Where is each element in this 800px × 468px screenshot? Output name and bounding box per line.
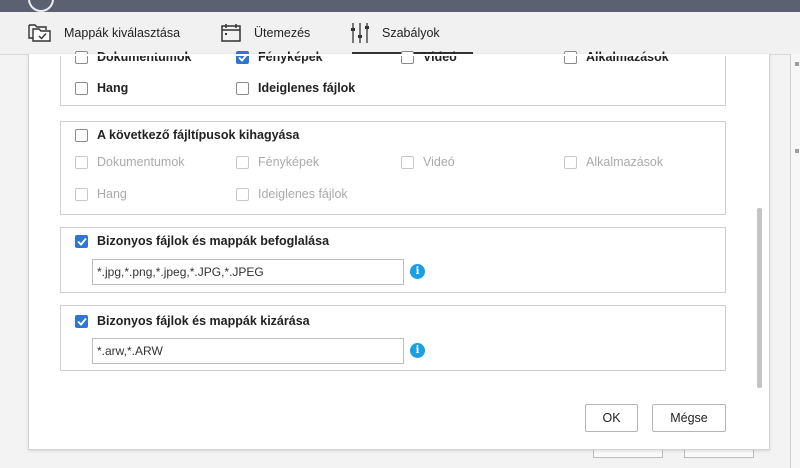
- ok-button[interactable]: OK: [585, 404, 638, 432]
- info-icon[interactable]: i: [410, 343, 425, 358]
- option-audio[interactable]: Hang: [75, 81, 128, 95]
- skip-option-video: Videó: [401, 155, 455, 169]
- scrollbar-thumb[interactable]: [757, 208, 762, 388]
- check-icon: [76, 237, 87, 246]
- file-types-panel: Dokumentumok Fényképek Videó Alkalmazáso…: [60, 50, 726, 106]
- skip-option-audio: Hang: [75, 187, 127, 201]
- check-icon: [76, 317, 87, 326]
- checkbox: [75, 155, 88, 169]
- tab-label: Szabályok: [382, 26, 440, 40]
- background-button: [593, 449, 663, 458]
- checkbox[interactable]: [75, 234, 88, 248]
- checkbox[interactable]: [75, 128, 88, 142]
- checkbox: [236, 155, 249, 169]
- app-logo-icon: [28, 0, 54, 12]
- option-applications[interactable]: Alkalmazások: [564, 50, 669, 64]
- skip-option-applications: Alkalmazások: [564, 155, 663, 169]
- folders-icon: [26, 23, 52, 43]
- background-button: [684, 449, 754, 458]
- background-window-edge: [790, 54, 800, 468]
- calendar-icon: [220, 23, 242, 43]
- exclude-files-panel: Bizonyos fájlok és mappák kizárása *.arw…: [60, 305, 726, 371]
- include-files-panel: Bizonyos fájlok és mappák befoglalása *.…: [60, 227, 726, 293]
- checkbox[interactable]: [75, 314, 88, 328]
- cancel-button[interactable]: Mégse: [652, 404, 726, 432]
- skip-option-photos: Fényképek: [236, 155, 319, 169]
- option-photos[interactable]: Fényképek: [236, 50, 323, 64]
- tab-rules[interactable]: Szabályok: [350, 12, 440, 54]
- sliders-icon: [350, 22, 370, 44]
- skip-types-toggle[interactable]: A következő fájltípusok kihagyása: [75, 128, 299, 142]
- title-bar: [0, 0, 800, 12]
- checkbox[interactable]: [564, 50, 577, 64]
- checkbox[interactable]: [236, 50, 249, 64]
- skip-option-temp-files: Ideiglenes fájlok: [236, 187, 348, 201]
- tab-label: Ütemezés: [254, 26, 311, 40]
- exclude-pattern-input[interactable]: *.arw,*.ARW: [92, 338, 404, 364]
- tab-schedule[interactable]: Ütemezés: [220, 12, 310, 54]
- tab-bar: Mappák kiválasztása Ütemezés Szabályok: [0, 12, 800, 55]
- checkbox[interactable]: [401, 50, 414, 64]
- skip-types-panel: A következő fájltípusok kihagyása Dokume…: [60, 121, 726, 215]
- option-video[interactable]: Videó: [401, 50, 457, 64]
- option-documents[interactable]: Dokumentumok: [75, 50, 191, 64]
- include-files-toggle[interactable]: Bizonyos fájlok és mappák befoglalása: [75, 234, 329, 248]
- skip-option-documents: Dokumentumok: [75, 155, 185, 169]
- checkbox: [236, 187, 249, 201]
- exclude-files-toggle[interactable]: Bizonyos fájlok és mappák kizárása: [75, 314, 310, 328]
- tab-folder-selection[interactable]: Mappák kiválasztása: [26, 12, 180, 54]
- info-icon[interactable]: i: [410, 264, 425, 279]
- checkbox: [401, 155, 414, 169]
- checkbox[interactable]: [75, 81, 88, 95]
- checkbox[interactable]: [236, 81, 249, 95]
- checkbox: [564, 155, 577, 169]
- option-temp-files[interactable]: Ideiglenes fájlok: [236, 81, 355, 95]
- include-pattern-input[interactable]: *.jpg,*.png,*.jpeg,*.JPG,*.JPEG: [92, 259, 404, 285]
- checkbox[interactable]: [75, 50, 88, 64]
- checkbox: [75, 187, 88, 201]
- tab-label: Mappák kiválasztása: [64, 26, 181, 40]
